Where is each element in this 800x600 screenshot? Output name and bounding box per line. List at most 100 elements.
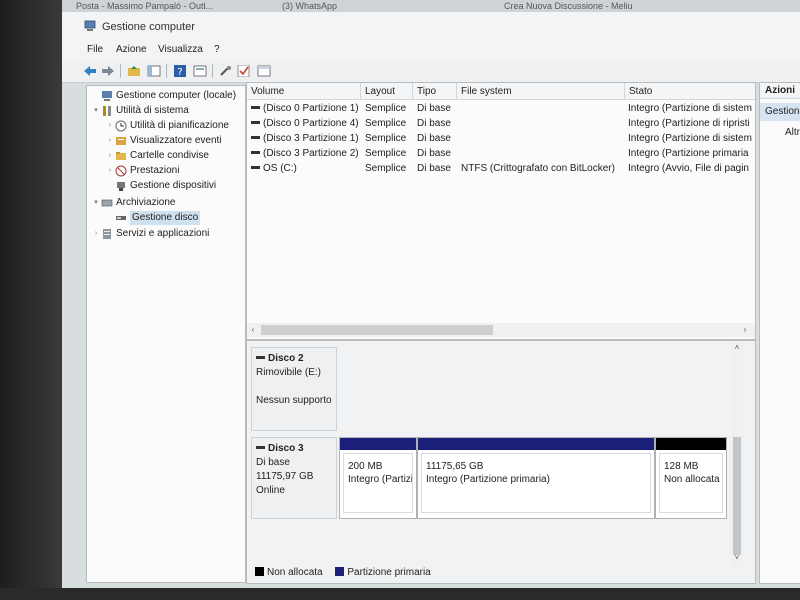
menu-bar: File Azione Visualizza ? <box>62 40 800 60</box>
tree-item-label: Gestione computer (locale) <box>116 90 237 101</box>
tree-item-services-applications[interactable]: › Servizi e applicazioni <box>91 227 209 241</box>
toolbar-separator <box>212 64 213 78</box>
volume-name: (Disco 0 Partizione 1) <box>263 103 359 114</box>
volume-layout: Semplice <box>365 103 407 114</box>
partition-type-bar <box>418 438 654 450</box>
connect-icon[interactable] <box>218 63 234 79</box>
table-row[interactable]: OS (C:) Semplice Di base NTFS (Crittogra… <box>247 162 755 176</box>
table-row[interactable]: (Disco 0 Partizione 1) Semplice Di base … <box>247 102 755 116</box>
volume-type: Di base <box>417 133 451 144</box>
scrollbar-thumb[interactable] <box>733 437 741 555</box>
tree-item-computer-management[interactable]: Gestione computer (locale) <box>91 89 236 103</box>
volume-status: Integro (Avvio, File di pagin <box>628 163 749 174</box>
column-header-volume[interactable]: Volume <box>247 83 361 99</box>
computer-management-icon <box>84 20 96 31</box>
partition-content: 200 MB Integro (Partizi <box>343 453 413 513</box>
volume-status: Integro (Partizione di ripristi <box>628 118 750 129</box>
tools-icon <box>101 105 113 117</box>
table-row[interactable]: (Disco 0 Partizione 4) Semplice Di base … <box>247 117 755 131</box>
menu-help[interactable]: ? <box>214 44 220 55</box>
volume-icon <box>251 120 260 124</box>
volume-icon <box>251 165 260 169</box>
legend-label: Partizione primaria <box>347 567 431 578</box>
scroll-down-icon[interactable]: ˅ <box>731 551 743 565</box>
chevron-right-icon[interactable]: › <box>105 149 115 163</box>
vertical-scrollbar[interactable]: ˄ ˅ <box>731 341 743 567</box>
tree-item-label: Gestione disco <box>130 211 201 225</box>
menu-visualizza[interactable]: Visualizza <box>158 44 203 55</box>
shared-folder-icon <box>115 150 127 162</box>
tree-item-system-tools[interactable]: ▾ Utilità di sistema <box>91 104 189 118</box>
volume-icon <box>251 105 260 109</box>
chevron-right-icon[interactable]: › <box>91 227 101 241</box>
column-header-stato[interactable]: Stato <box>625 83 755 99</box>
chevron-right-icon[interactable]: › <box>105 164 115 178</box>
browser-tab-outlook[interactable]: Posta - Massimo Pampaló - Outl... <box>76 0 213 12</box>
tree-item-label: Gestione dispositivi <box>130 180 217 191</box>
partition-status: Integro (Partizione primaria) <box>426 474 550 485</box>
partition-primary[interactable]: 11175,65 GB Integro (Partizione primaria… <box>417 437 655 519</box>
tree-item-performance[interactable]: › Prestazioni <box>105 164 179 178</box>
disk-name: Disco 3 <box>268 443 304 454</box>
toolbar: ? <box>62 60 800 83</box>
tree-item-label: Cartelle condivise <box>130 150 209 161</box>
action-altre-azioni[interactable]: Altre azioni <box>760 125 800 141</box>
disk-info-disk-3[interactable]: Disco 3 Di base 11175,97 GB Online <box>251 437 337 519</box>
show-hide-tree-icon[interactable] <box>146 63 162 79</box>
scroll-left-icon[interactable]: ‹ <box>247 323 259 337</box>
disk-row-disk-2[interactable]: Disco 2 Rimovibile (E:) Nessun supporto <box>247 347 739 433</box>
column-header-file-system[interactable]: File system <box>457 83 625 99</box>
scroll-right-icon[interactable]: › <box>739 323 751 337</box>
partition-unallocated[interactable]: 128 MB Non allocata <box>655 437 727 519</box>
disk-detail: Rimovibile (E:) <box>256 367 322 378</box>
tree-item-disk-management[interactable]: Gestione disco <box>105 211 201 225</box>
up-folder-icon[interactable] <box>126 63 142 79</box>
menu-file[interactable]: File <box>87 44 103 55</box>
console-icon[interactable] <box>256 63 272 79</box>
clock-icon <box>115 120 127 132</box>
volume-layout: Semplice <box>365 118 407 129</box>
browser-tab-discussion[interactable]: Crea Nuova Discussione - Meliu <box>504 0 633 12</box>
tree-item-shared-folders[interactable]: › Cartelle condivise <box>105 149 209 163</box>
chevron-right-icon[interactable]: › <box>105 119 115 133</box>
horizontal-scrollbar[interactable]: ‹ › <box>247 323 755 337</box>
tree-item-storage[interactable]: ▾ Archiviazione <box>91 196 175 210</box>
partition-content: 128 MB Non allocata <box>659 453 723 513</box>
tree-item-device-manager[interactable]: Gestione dispositivi <box>105 179 216 193</box>
toolbar-separator <box>166 64 167 78</box>
table-row[interactable]: (Disco 3 Partizione 2) Semplice Di base … <box>247 147 755 161</box>
scroll-up-icon[interactable]: ˄ <box>731 341 743 355</box>
help-icon[interactable]: ? <box>172 63 188 79</box>
forward-icon[interactable] <box>100 63 116 79</box>
disk-detail: Nessun supporto <box>256 395 332 406</box>
event-viewer-icon <box>115 135 127 147</box>
table-row[interactable]: (Disco 3 Partizione 1) Semplice Di base … <box>247 132 755 146</box>
chevron-down-icon[interactable]: ▾ <box>91 104 101 118</box>
action-gestione-disco[interactable]: Gestione disco <box>760 103 800 121</box>
disk-row-disk-3[interactable]: Disco 3 Di base 11175,97 GB Online 200 M… <box>247 437 739 519</box>
partition-primary[interactable]: 200 MB Integro (Partizi <box>339 437 417 519</box>
back-icon[interactable] <box>82 63 98 79</box>
chevron-right-icon[interactable]: › <box>105 134 115 148</box>
properties-icon[interactable] <box>192 63 208 79</box>
disk-info-disk-2[interactable]: Disco 2 Rimovibile (E:) Nessun supporto <box>251 347 337 431</box>
tree-item-task-scheduler[interactable]: › Utilità di pianificazione <box>105 119 229 133</box>
partition-status: Non allocata <box>664 474 720 485</box>
scrollbar-thumb[interactable] <box>261 325 493 335</box>
device-manager-icon <box>115 180 127 192</box>
column-header-layout[interactable]: Layout <box>361 83 413 99</box>
tree-item-event-viewer[interactable]: › Visualizzatore eventi <box>105 134 222 148</box>
menu-azione[interactable]: Azione <box>116 44 147 55</box>
chevron-down-icon[interactable]: ▾ <box>91 196 101 210</box>
volume-list-header: Volume Layout Tipo File system Stato <box>247 83 755 100</box>
column-header-tipo[interactable]: Tipo <box>413 83 457 99</box>
volume-icon <box>251 135 260 139</box>
legend-swatch-unallocated <box>255 566 264 576</box>
checkmark-icon[interactable] <box>236 63 252 79</box>
legend: Non allocata Partizione primaria <box>255 566 431 578</box>
tree-item-label: Visualizzatore eventi <box>130 135 222 146</box>
partition-status: Integro (Partizi <box>348 474 413 485</box>
navigation-tree: Gestione computer (locale) ▾ Utilità di … <box>86 85 246 583</box>
browser-tab-whatsapp[interactable]: (3) WhatsApp <box>282 0 337 12</box>
monitor-bezel <box>0 0 62 600</box>
